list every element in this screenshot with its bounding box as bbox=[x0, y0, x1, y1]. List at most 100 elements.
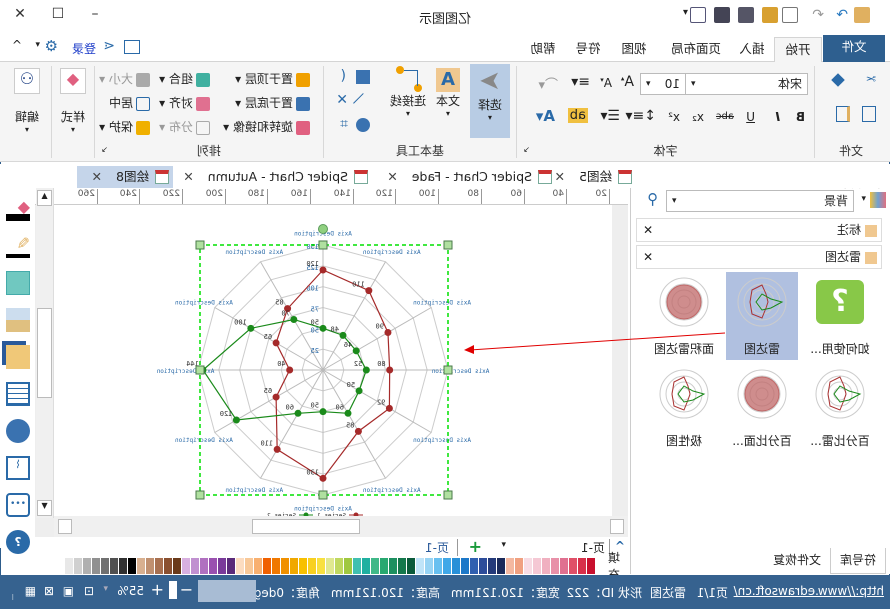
scroll-up-button[interactable]: ▲ bbox=[37, 190, 52, 206]
fill-icon[interactable]: ◆ bbox=[6, 197, 30, 221]
color-swatch[interactable] bbox=[578, 558, 586, 574]
shadow-icon[interactable] bbox=[6, 271, 30, 295]
resize-grip-icon[interactable]: ⁝ bbox=[11, 593, 14, 602]
color-swatch[interactable] bbox=[110, 558, 118, 574]
color-swatch[interactable] bbox=[506, 558, 514, 574]
color-swatch[interactable] bbox=[299, 558, 307, 574]
scroll-left-button[interactable] bbox=[610, 519, 624, 534]
zoom-level[interactable]: 55% bbox=[117, 584, 144, 598]
scroll-right-button[interactable] bbox=[58, 519, 72, 534]
color-swatch[interactable] bbox=[101, 558, 109, 574]
color-swatch[interactable] bbox=[164, 558, 172, 574]
color-swatch[interactable] bbox=[308, 558, 316, 574]
color-swatch[interactable] bbox=[218, 558, 226, 574]
color-swatch[interactable] bbox=[362, 558, 370, 574]
hyperlink-icon[interactable] bbox=[6, 419, 30, 443]
color-swatch[interactable] bbox=[434, 558, 442, 574]
color-swatch[interactable] bbox=[245, 558, 253, 574]
color-swatch[interactable] bbox=[254, 558, 262, 574]
color-swatch[interactable] bbox=[236, 558, 244, 574]
add-page-button[interactable]: + bbox=[469, 537, 482, 556]
color-swatch[interactable] bbox=[371, 558, 379, 574]
website-link[interactable]: http://www.edrawsoft.cn/ bbox=[734, 584, 884, 598]
color-swatch[interactable] bbox=[182, 558, 190, 574]
color-swatch[interactable] bbox=[587, 558, 595, 574]
color-swatch[interactable] bbox=[146, 558, 154, 574]
horizontal-scrollbar[interactable] bbox=[54, 516, 628, 537]
color-swatch[interactable] bbox=[416, 558, 424, 574]
grid-icon[interactable]: ▦ bbox=[25, 584, 36, 598]
color-swatch[interactable] bbox=[290, 558, 298, 574]
page-tab[interactable]: 页-1 bbox=[425, 539, 458, 556]
fit-page-icon[interactable]: ⊡ bbox=[84, 584, 94, 598]
attachment-icon[interactable]: ⌇ bbox=[6, 456, 30, 480]
color-swatch[interactable] bbox=[452, 558, 460, 574]
resize-handle[interactable] bbox=[195, 240, 205, 250]
color-swatch[interactable] bbox=[281, 558, 289, 574]
color-swatch[interactable] bbox=[488, 558, 496, 574]
resize-handle[interactable] bbox=[195, 365, 205, 375]
hscroll-thumb[interactable] bbox=[252, 519, 360, 534]
color-swatch[interactable] bbox=[119, 558, 127, 574]
color-swatch[interactable] bbox=[443, 558, 451, 574]
resize-handle[interactable] bbox=[318, 490, 328, 500]
color-swatch[interactable] bbox=[479, 558, 487, 574]
zoom-slider-thumb[interactable] bbox=[169, 581, 177, 599]
color-swatch[interactable] bbox=[137, 558, 145, 574]
color-swatch[interactable] bbox=[227, 558, 235, 574]
color-swatch[interactable] bbox=[263, 558, 271, 574]
color-swatch[interactable] bbox=[344, 558, 352, 574]
color-swatch[interactable] bbox=[173, 558, 181, 574]
color-swatch[interactable] bbox=[272, 558, 280, 574]
color-swatch[interactable] bbox=[65, 558, 73, 574]
color-swatch[interactable] bbox=[317, 558, 325, 574]
page-dropdown-icon[interactable]: ▾ bbox=[501, 540, 506, 550]
color-swatch[interactable] bbox=[524, 558, 532, 574]
fit-width-icon[interactable]: ⊠ bbox=[44, 584, 54, 598]
color-swatch[interactable] bbox=[398, 558, 406, 574]
zoom-dropdown-icon[interactable]: ▾ bbox=[103, 584, 108, 594]
color-swatch[interactable] bbox=[155, 558, 163, 574]
color-swatch[interactable] bbox=[425, 558, 433, 574]
scroll-thumb[interactable] bbox=[37, 308, 52, 398]
help-icon[interactable]: ? bbox=[6, 530, 30, 554]
layers-icon[interactable] bbox=[6, 345, 30, 369]
resize-handle[interactable] bbox=[443, 490, 453, 500]
color-swatch[interactable] bbox=[92, 558, 100, 574]
zoom-in-button[interactable]: + bbox=[151, 580, 164, 599]
resize-handle[interactable] bbox=[195, 490, 205, 500]
color-swatch[interactable] bbox=[461, 558, 469, 574]
view-mode-buttons[interactable] bbox=[198, 580, 256, 602]
zoom-out-button[interactable]: − bbox=[180, 580, 193, 599]
color-swatch[interactable] bbox=[335, 558, 343, 574]
page-list-icon[interactable] bbox=[6, 382, 30, 406]
resize-handle[interactable] bbox=[443, 240, 453, 250]
line-style-icon[interactable]: ✎ bbox=[6, 234, 30, 258]
color-swatch[interactable] bbox=[200, 558, 208, 574]
color-swatch[interactable] bbox=[74, 558, 82, 574]
rotate-handle[interactable] bbox=[318, 224, 328, 234]
page-view-icon[interactable]: ▣ bbox=[63, 584, 74, 598]
color-swatch[interactable] bbox=[353, 558, 361, 574]
color-swatch[interactable] bbox=[551, 558, 559, 574]
color-swatch[interactable] bbox=[569, 558, 577, 574]
color-swatch[interactable] bbox=[128, 558, 136, 574]
color-swatch[interactable] bbox=[470, 558, 478, 574]
color-swatch[interactable] bbox=[209, 558, 217, 574]
color-swatch[interactable] bbox=[407, 558, 415, 574]
color-swatch[interactable] bbox=[83, 558, 91, 574]
image-icon[interactable] bbox=[6, 308, 30, 332]
color-swatch[interactable] bbox=[533, 558, 541, 574]
color-swatch[interactable] bbox=[542, 558, 550, 574]
color-swatch[interactable] bbox=[380, 558, 388, 574]
comment-icon[interactable]: ••• bbox=[6, 493, 30, 517]
color-swatch[interactable] bbox=[191, 558, 199, 574]
scroll-down-button[interactable]: ▼ bbox=[37, 500, 52, 516]
color-swatch[interactable] bbox=[497, 558, 505, 574]
color-swatch[interactable] bbox=[515, 558, 523, 574]
color-swatch[interactable] bbox=[389, 558, 397, 574]
vertical-scrollbar[interactable]: ▲ ▼ bbox=[36, 188, 54, 518]
resize-handle[interactable] bbox=[443, 365, 453, 375]
resize-handle[interactable] bbox=[318, 240, 328, 250]
color-swatch[interactable] bbox=[560, 558, 568, 574]
